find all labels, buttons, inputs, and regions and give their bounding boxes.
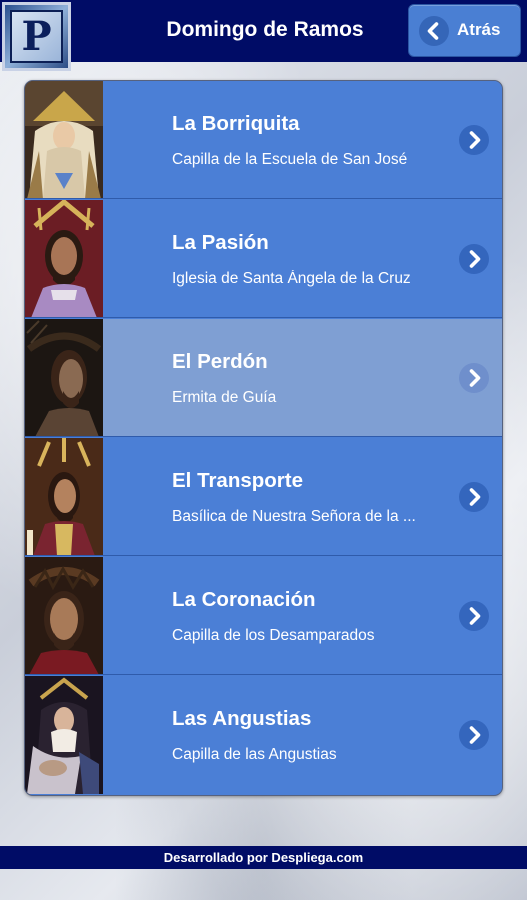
item-subtitle: Basílica de Nuestra Señora de la ...: [172, 508, 416, 525]
item-title: La Pasión: [172, 231, 269, 254]
christ-image-thumbnail: [25, 438, 103, 555]
list-item[interactable]: La Pasión Iglesia de Santa Ángela de la …: [25, 200, 502, 318]
footer-credit: Desarrollado por Despliega.com: [163, 850, 364, 865]
chevron-right-icon: [459, 125, 489, 155]
item-subtitle: Ermita de Guía: [172, 389, 277, 406]
back-button[interactable]: Atrás: [408, 4, 521, 57]
back-button-label: Atrás: [457, 20, 501, 39]
christ-image-thumbnail: [25, 200, 103, 317]
brotherhood-list: La Borriquita Capilla de la Escuela de S…: [24, 80, 503, 796]
list-item[interactable]: La Coronación Capilla de los Desamparado…: [25, 557, 502, 675]
app-logo: P: [2, 2, 71, 71]
list-item[interactable]: La Borriquita Capilla de la Escuela de S…: [25, 81, 502, 199]
chevron-right-icon: [459, 601, 489, 631]
item-subtitle: Capilla de las Angustias: [172, 746, 337, 763]
list-item[interactable]: El Transporte Basílica de Nuestra Señora…: [25, 438, 502, 556]
item-title: El Perdón: [172, 350, 268, 373]
chevron-right-icon: [459, 482, 489, 512]
chevron-right-icon: [459, 363, 489, 393]
page-title: Domingo de Ramos: [166, 18, 364, 41]
list-item-selected[interactable]: El Perdón Ermita de Guía: [25, 319, 502, 437]
logo-letter: P: [21, 12, 52, 60]
item-title: La Coronación: [172, 588, 316, 611]
item-subtitle: Iglesia de Santa Ángela de la Cruz: [172, 270, 411, 287]
chevron-right-icon: [459, 244, 489, 274]
item-subtitle: Capilla de los Desamparados: [172, 627, 375, 644]
christ-image-thumbnail: [25, 557, 103, 674]
logo-frame: P: [10, 10, 63, 63]
list-item[interactable]: Las Angustias Capilla de las Angustias: [25, 676, 502, 794]
chevron-right-icon: [459, 720, 489, 750]
item-title: Las Angustias: [172, 707, 312, 730]
virgin-image-thumbnail: [25, 81, 103, 198]
christ-image-thumbnail: [25, 319, 103, 436]
item-title: El Transporte: [172, 469, 304, 492]
app-footer: Desarrollado por Despliega.com: [0, 846, 527, 869]
virgin-image-thumbnail: [25, 676, 103, 794]
chevron-left-icon: [419, 16, 449, 46]
item-subtitle: Capilla de la Escuela de San José: [172, 151, 408, 168]
item-title: La Borriquita: [172, 112, 300, 135]
